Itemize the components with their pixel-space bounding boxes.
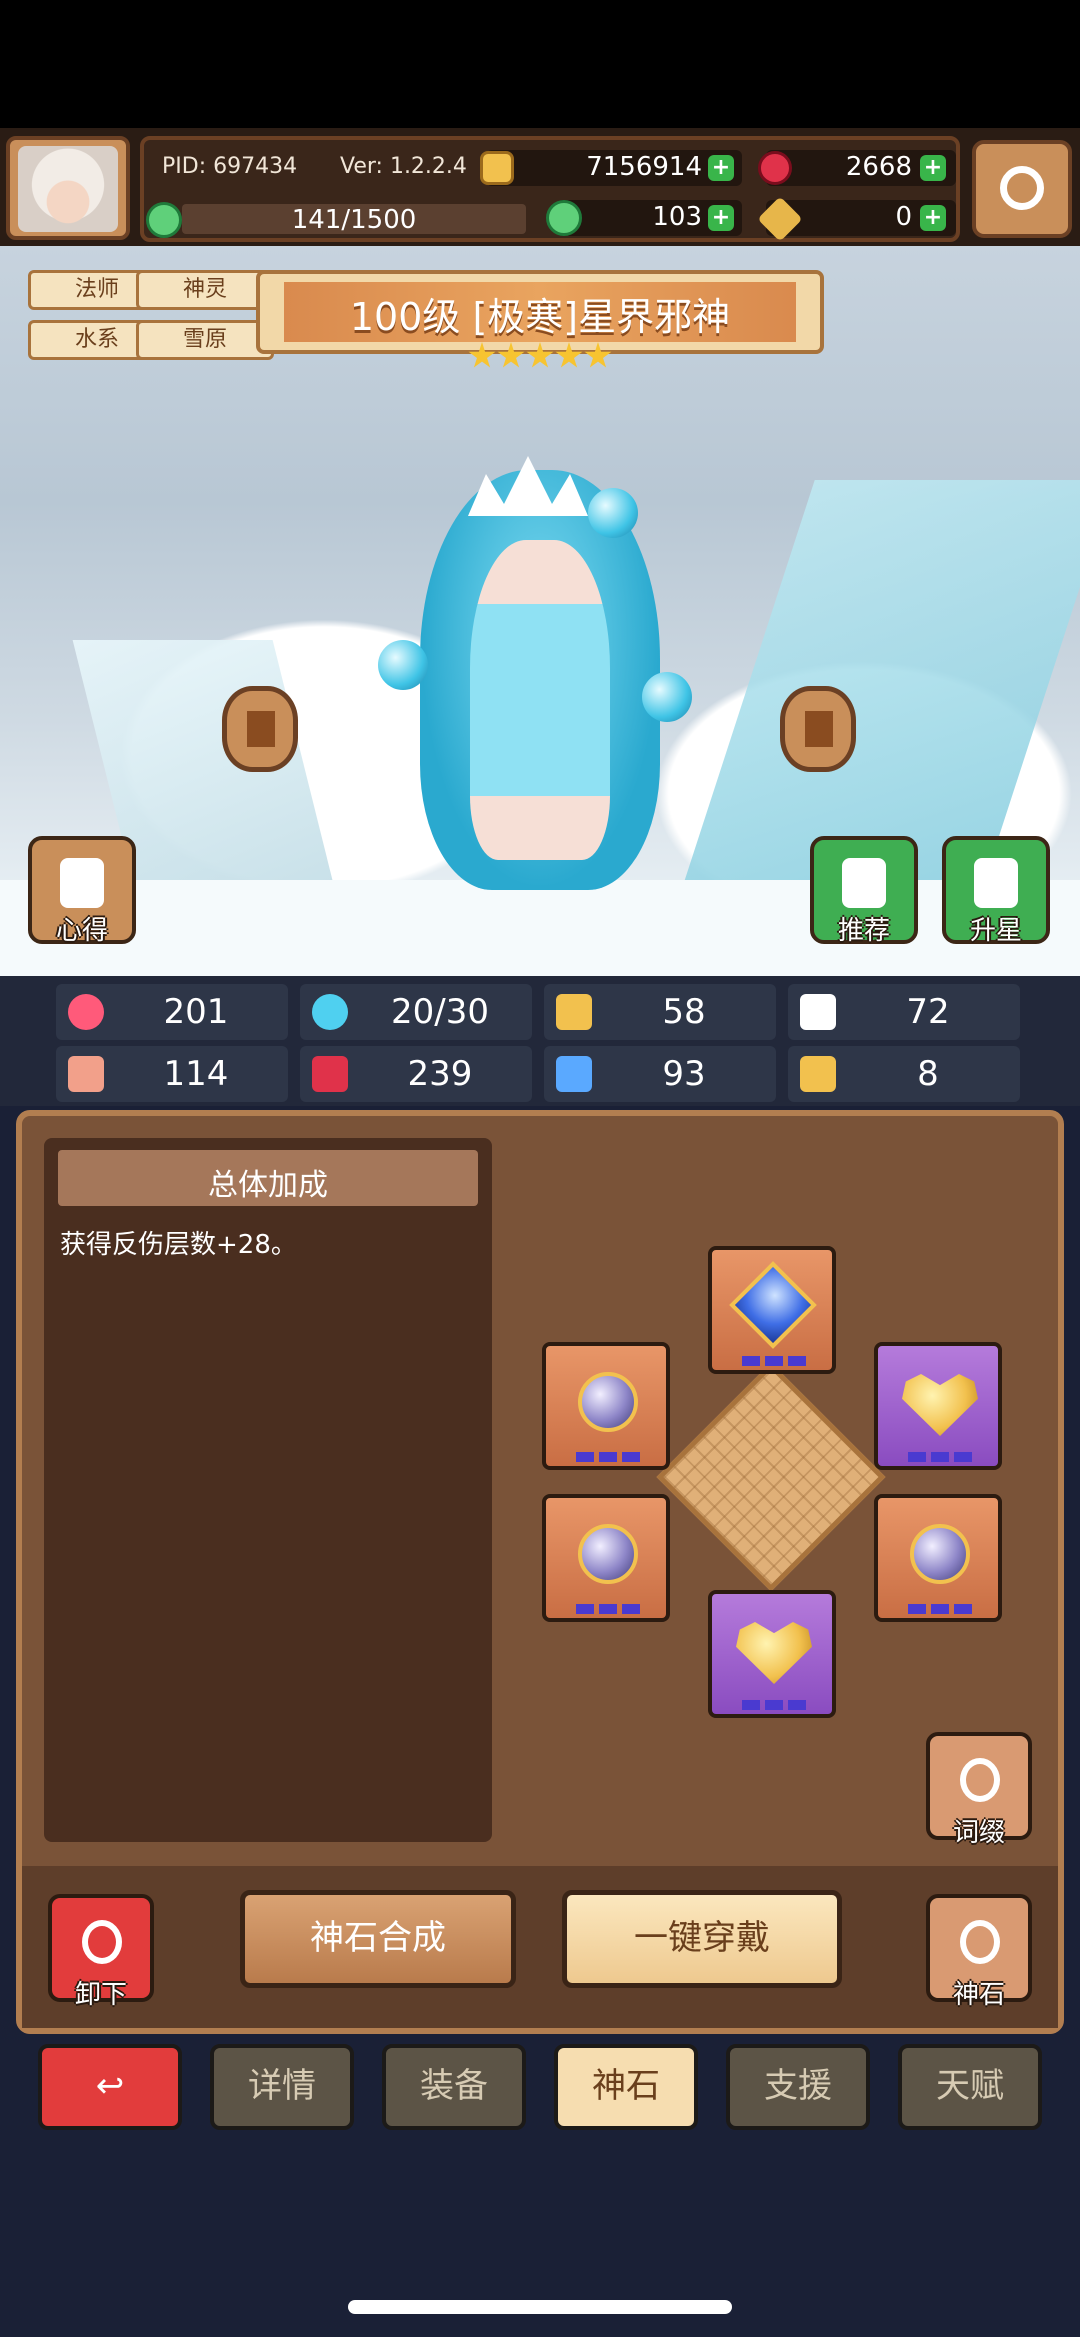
stat-value: 58	[662, 992, 706, 1032]
godstone-label: 神石	[952, 1980, 1005, 2010]
gem-amount: 2668	[845, 152, 912, 182]
godstone-slot-upper-right[interactable]	[874, 1342, 1002, 1470]
star-icon	[497, 342, 525, 368]
shield-icon	[556, 994, 592, 1030]
star-badge-icon	[974, 858, 1018, 908]
boot-icon	[556, 1056, 592, 1092]
stat-value: 114	[163, 1054, 229, 1094]
stat-value: 8	[917, 1054, 939, 1094]
godstone-slot-lower-right[interactable]	[874, 1494, 1002, 1622]
stat-value: 93	[662, 1054, 706, 1094]
action-strip	[22, 1866, 1058, 2028]
ice-orb	[642, 672, 692, 722]
heart-icon	[68, 994, 104, 1030]
stone-icon	[960, 1920, 1000, 1964]
gold-heart-icon	[736, 1622, 812, 1684]
unequip-label: 卸下	[74, 1980, 127, 2010]
godstone-slot-upper-left[interactable]	[542, 1342, 670, 1470]
affix-label: 词缀	[952, 1818, 1005, 1848]
stat-value: 72	[906, 992, 950, 1032]
book-icon	[312, 1056, 348, 1092]
tab-godstone[interactable]: 神石	[554, 2044, 698, 2130]
star-icon	[526, 342, 554, 368]
gold-heart-icon	[902, 1374, 978, 1436]
scroll-icon	[60, 858, 104, 908]
hero-character	[470, 540, 610, 860]
godstone-synth-button[interactable]: 神石合成	[240, 1890, 516, 1988]
bonus-header-text: 总体加成	[208, 1168, 328, 1203]
star-icon	[584, 342, 612, 368]
tag-region: 雪原	[136, 320, 274, 360]
return-arrow-icon: ↩	[95, 2066, 125, 2106]
pearl-orb-icon	[578, 1524, 638, 1584]
magnifier-icon	[960, 1758, 1000, 1802]
stat-value: 20/30	[391, 992, 489, 1032]
settings-button[interactable]	[972, 140, 1072, 238]
gear-icon	[1000, 166, 1044, 210]
snow-ground	[0, 880, 1080, 976]
ice-orb	[378, 640, 428, 690]
bonus-description: 获得反伤层数+28。	[60, 1230, 297, 1260]
prev-hero-button[interactable]	[222, 686, 298, 772]
tab-talent[interactable]: 天赋	[898, 2044, 1042, 2130]
hero-title: 100级 [极寒]星界邪神	[349, 295, 731, 339]
stat-value: 201	[163, 992, 229, 1032]
wing-icon	[800, 994, 836, 1030]
godstone-slot-top[interactable]	[708, 1246, 836, 1374]
add-gem-button[interactable]: +	[920, 155, 946, 181]
arrow-left-icon	[247, 711, 275, 747]
star-up-label: 升星	[969, 916, 1022, 946]
clover-amount: 103	[652, 202, 702, 232]
avatar	[18, 146, 118, 232]
fist-icon	[68, 1056, 104, 1092]
water-drop-icon	[312, 994, 348, 1030]
recommend-label: 推荐	[837, 916, 890, 946]
version-label: Ver: 1.2.2.4	[340, 154, 467, 179]
blue-diamond-icon	[729, 1261, 817, 1349]
tab-support[interactable]: 支援	[726, 2044, 870, 2130]
thumbs-up-icon	[842, 858, 886, 908]
add-token-button[interactable]: +	[920, 205, 946, 231]
stamina-value: 141/1500	[291, 205, 417, 235]
gold-amount: 7156914	[586, 152, 702, 182]
arrow-down-icon	[82, 1920, 122, 1964]
player-id: PID: 697434	[162, 154, 298, 179]
home-indicator	[348, 2300, 732, 2314]
pearl-orb-icon	[910, 1524, 970, 1584]
token-amount: 0	[895, 202, 912, 232]
tab-details[interactable]: 详情	[210, 2044, 354, 2130]
red-gem-icon	[758, 151, 792, 185]
stat-value: 239	[407, 1054, 473, 1094]
tab-equipment[interactable]: 装备	[382, 2044, 526, 2130]
star-icon	[555, 342, 583, 368]
clover-icon	[546, 200, 582, 236]
gold-coin-icon	[480, 151, 514, 185]
godstone-slot-bottom[interactable]	[708, 1590, 836, 1718]
equip-all-button[interactable]: 一键穿戴	[562, 1890, 842, 1988]
add-clover-button[interactable]: +	[708, 205, 734, 231]
stamina-icon	[146, 202, 182, 238]
pearl-orb-icon	[578, 1372, 638, 1432]
horseshoe-icon	[800, 1056, 836, 1092]
insight-label: 心得	[55, 916, 108, 946]
next-hero-button[interactable]	[780, 686, 856, 772]
star-rating	[468, 342, 614, 378]
back-button[interactable]: ↩	[38, 2044, 182, 2130]
arrow-right-icon	[805, 711, 833, 747]
add-gold-button[interactable]: +	[708, 155, 734, 181]
godstone-slot-lower-left[interactable]	[542, 1494, 670, 1622]
tag-type: 神灵	[136, 270, 274, 310]
star-icon	[468, 342, 496, 368]
ice-orb	[588, 488, 638, 538]
